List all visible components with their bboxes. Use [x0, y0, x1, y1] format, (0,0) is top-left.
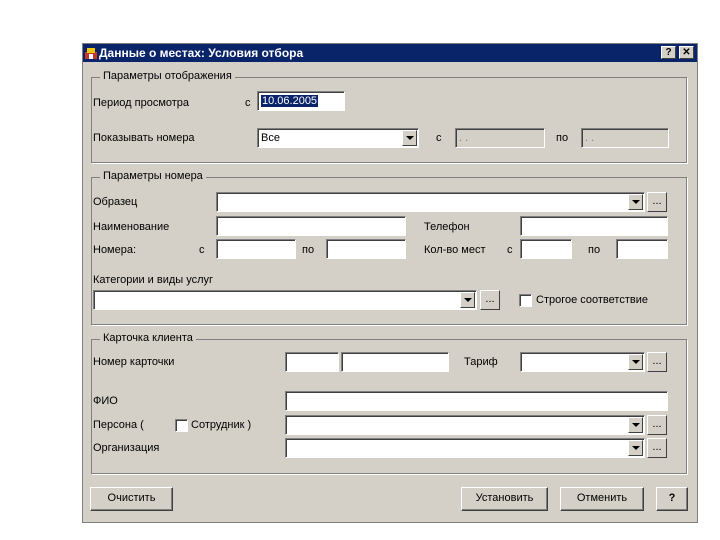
card-series-input[interactable] — [285, 352, 339, 372]
chevron-down-icon[interactable] — [628, 194, 643, 210]
numbers-to-label: по — [302, 244, 315, 256]
chevron-down-icon[interactable] — [628, 440, 643, 456]
chevron-down-icon[interactable] — [628, 417, 643, 433]
title-close-button[interactable]: ✕ — [679, 46, 694, 59]
organization-label: Организация — [93, 442, 160, 454]
app-icon — [85, 48, 97, 59]
seats-from-input[interactable] — [520, 239, 572, 259]
services-label: Категории и виды услуг — [93, 274, 214, 286]
services-select[interactable] — [93, 290, 477, 310]
card-number-label: Номер карточки — [93, 356, 175, 368]
tariff-ellipsis-button[interactable]: ... — [647, 352, 667, 372]
show-numbers-select[interactable]: Все — [257, 128, 419, 148]
person-select[interactable] — [285, 415, 645, 435]
card-number-input[interactable] — [341, 352, 449, 372]
help-button[interactable]: ? — [656, 487, 688, 511]
title-bar[interactable]: Данные о местах: Условия отбора ? ✕ — [83, 44, 697, 62]
person-label: Персона ( — [93, 419, 144, 431]
name-label: Наименование — [93, 221, 170, 233]
window-title: Данные о местах: Условия отбора — [99, 46, 304, 60]
name-input[interactable] — [216, 216, 406, 236]
phone-input[interactable] — [520, 216, 668, 236]
apply-button[interactable]: Установить — [461, 487, 548, 511]
fio-input[interactable] — [285, 391, 668, 411]
organization-select[interactable] — [285, 438, 645, 458]
seats-from-label: с — [507, 244, 513, 256]
numbers-to-input[interactable] — [326, 239, 406, 259]
seats-to-input[interactable] — [616, 239, 668, 259]
period-date-input[interactable]: 10.06.2005 — [257, 91, 345, 111]
sample-select[interactable] — [216, 192, 645, 212]
display-params-title: Параметры отображения — [100, 70, 235, 82]
date-from-label: с — [436, 132, 442, 144]
title-help-button[interactable]: ? — [661, 46, 676, 59]
numbers-from-input[interactable] — [216, 239, 296, 259]
date-from-input[interactable]: . . — [455, 128, 545, 148]
date-to-input[interactable]: . . — [581, 128, 669, 148]
employee-checkbox[interactable] — [175, 419, 188, 432]
dialog-window: Данные о местах: Условия отбора ? ✕ Пара… — [82, 43, 698, 523]
cancel-button[interactable]: Отменить — [560, 487, 644, 511]
period-label: Период просмотра — [93, 97, 190, 109]
fio-label: ФИО — [93, 395, 118, 407]
date-to-label: по — [556, 132, 569, 144]
organization-ellipsis-button[interactable]: ... — [647, 438, 667, 458]
tariff-select[interactable] — [520, 352, 645, 372]
employee-label: Сотрудник ) — [191, 419, 252, 431]
seats-label: Кол-во мест — [424, 244, 486, 256]
chevron-down-icon[interactable] — [460, 292, 475, 308]
sample-label: Образец — [93, 196, 138, 208]
chevron-down-icon[interactable] — [628, 354, 643, 370]
clear-button[interactable]: Очистить — [90, 487, 173, 511]
room-params-title: Параметры номера — [100, 170, 206, 182]
numbers-label: Номера: — [93, 244, 137, 256]
show-numbers-value: Все — [261, 132, 280, 144]
phone-label: Телефон — [424, 221, 470, 233]
chevron-down-icon[interactable] — [402, 130, 417, 146]
period-date-value: 10.06.2005 — [261, 95, 319, 107]
show-numbers-label: Показывать номера — [93, 132, 195, 144]
person-ellipsis-button[interactable]: ... — [647, 415, 667, 435]
sample-ellipsis-button[interactable]: ... — [647, 192, 667, 212]
strict-match-checkbox[interactable] — [519, 294, 532, 307]
period-from-label: с — [245, 97, 251, 109]
client-card-title: Карточка клиента — [100, 332, 196, 344]
numbers-from-label: с — [199, 244, 205, 256]
tariff-label: Тариф — [464, 356, 498, 368]
services-ellipsis-button[interactable]: ... — [480, 290, 500, 310]
display-params-group: Параметры отображения — [91, 70, 687, 163]
strict-match-label: Строгое соответствие — [536, 294, 648, 306]
seats-to-label: по — [588, 244, 601, 256]
